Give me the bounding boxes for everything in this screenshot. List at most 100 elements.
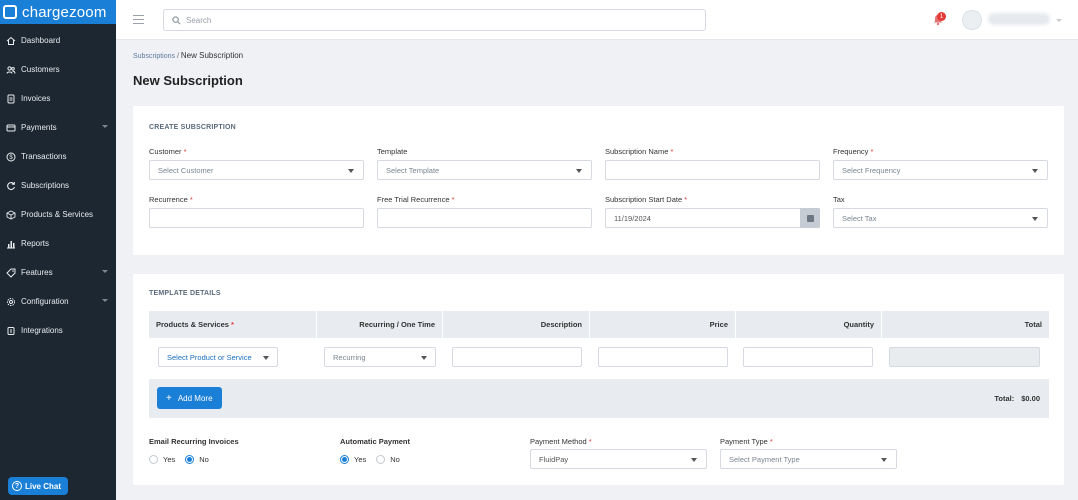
column-header: Description	[443, 311, 590, 338]
quantity-input[interactable]	[743, 347, 873, 367]
table-header: Products & Services * Recurring / One Ti…	[149, 311, 1049, 338]
frequency-select[interactable]: Select Frequency	[833, 160, 1048, 180]
column-header: Quantity	[736, 311, 882, 338]
sidebar-item-label: Payments	[21, 123, 57, 132]
bar-chart-icon	[6, 239, 16, 249]
template-details-card: TEMPLATE DETAILS Products & Services * R…	[133, 274, 1064, 485]
sidebar-item-label: Integrations	[21, 326, 63, 335]
sidebar-item-label: Dashboard	[21, 36, 61, 45]
sidebar-nav: Dashboard Customers Invoices Payments $ Trans…	[0, 26, 116, 345]
sidebar: chargezoom Dashboard Customers Invoices Pay…	[0, 0, 116, 500]
subscription-name-label: Subscription Name *	[605, 147, 674, 156]
invoice-icon	[6, 94, 16, 104]
payments-icon	[6, 123, 16, 133]
sidebar-item-label: Customers	[21, 65, 60, 74]
sidebar-item-subscriptions[interactable]: Subscriptions	[0, 171, 116, 200]
subscription-name-input[interactable]	[605, 160, 820, 180]
home-icon	[6, 36, 16, 46]
sidebar-item-integrations[interactable]: Integrations	[0, 316, 116, 345]
sidebar-item-label: Subscriptions	[21, 181, 70, 190]
sidebar-item-configuration[interactable]: Configuration	[0, 287, 116, 316]
live-chat-button[interactable]: ? Live Chat	[8, 477, 69, 495]
price-input[interactable]	[598, 347, 728, 367]
recurrence-label: Recurrence *	[149, 195, 193, 204]
customer-select[interactable]: Select Customer	[149, 160, 364, 180]
section-title: TEMPLATE DETAILS	[149, 290, 221, 297]
template-label: Template	[377, 147, 408, 156]
column-header: Products & Services *	[149, 311, 317, 338]
brand-logo[interactable]: chargezoom	[0, 0, 116, 24]
payment-type-label: Payment Type *	[720, 437, 773, 446]
auto-no-radio[interactable]	[376, 455, 386, 464]
start-date-label: Subscription Start Date *	[605, 195, 688, 204]
sidebar-item-dashboard[interactable]: Dashboard	[0, 26, 116, 55]
free-trial-input[interactable]	[377, 208, 592, 228]
auto-yes-radio[interactable]	[340, 455, 349, 464]
search-icon	[172, 15, 181, 24]
total-field	[889, 347, 1040, 367]
customer-label: Customer *	[149, 147, 187, 156]
sidebar-item-invoices[interactable]: Invoices	[0, 84, 116, 113]
email-no-radio[interactable]	[185, 455, 195, 464]
plus-icon: +	[166, 392, 172, 404]
product-select[interactable]: Select Product or Service	[158, 347, 278, 367]
tag-icon	[6, 268, 16, 278]
tax-select[interactable]: Select Tax	[833, 208, 1048, 228]
auto-payment-radio-group: Yes No	[340, 455, 410, 464]
user-name-blurred[interactable]	[988, 13, 1050, 25]
sidebar-item-transactions[interactable]: $ Transactions	[0, 142, 116, 171]
plug-icon	[6, 326, 16, 336]
sidebar-item-payments[interactable]: Payments	[0, 113, 116, 142]
email-invoices-label: Email Recurring Invoices	[149, 437, 239, 446]
chevron-down-icon	[102, 270, 108, 273]
column-header: Recurring / One Time	[317, 311, 443, 338]
sidebar-item-customers[interactable]: Customers	[0, 55, 116, 84]
total-value: $0.00	[1021, 394, 1040, 403]
recurring-select[interactable]: Recurring	[324, 347, 436, 367]
search-box[interactable]	[163, 9, 706, 31]
total-label: Total:	[994, 394, 1015, 403]
live-chat-label: Live Chat	[25, 481, 62, 491]
breadcrumb: Subscriptions / New Subscription	[133, 51, 243, 60]
breadcrumb-subscriptions-link[interactable]: Subscriptions	[133, 53, 175, 60]
help-icon: ?	[12, 481, 22, 491]
column-header: Price	[590, 311, 736, 338]
payment-type-select[interactable]: Select Payment Type	[720, 449, 897, 469]
template-select[interactable]: Select Template	[377, 160, 592, 180]
payment-method-label: Payment Method *	[530, 437, 592, 446]
notification-badge: 1	[937, 12, 946, 21]
recurrence-input[interactable]	[149, 208, 364, 228]
sidebar-item-products-services[interactable]: Products & Services	[0, 200, 116, 229]
chevron-down-icon	[102, 299, 108, 302]
start-date-input[interactable]: 11/19/2024	[605, 208, 820, 228]
logo-mark-icon	[3, 5, 17, 19]
section-title: CREATE SUBSCRIPTION	[149, 124, 236, 131]
page-title: New Subscription	[133, 73, 243, 88]
payment-method-select[interactable]: FluidPay	[530, 449, 707, 469]
free-trial-label: Free Trial Recurrence *	[377, 195, 455, 204]
users-icon	[6, 65, 16, 75]
email-yes-radio[interactable]	[149, 455, 158, 464]
calendar-icon[interactable]	[800, 208, 820, 228]
search-input[interactable]	[186, 15, 686, 25]
frequency-label: Frequency *	[833, 147, 874, 156]
avatar[interactable]	[962, 10, 982, 30]
menu-toggle-icon[interactable]	[133, 15, 144, 27]
tax-label: Tax	[833, 195, 845, 204]
sidebar-item-label: Invoices	[21, 94, 51, 103]
column-header: Total	[1024, 320, 1042, 329]
description-input[interactable]	[452, 347, 582, 367]
chevron-down-icon	[102, 125, 108, 128]
auto-payment-label: Automatic Payment	[340, 437, 411, 446]
refresh-icon	[6, 181, 16, 191]
topbar: 1	[116, 0, 1078, 40]
sidebar-item-features[interactable]: Features	[0, 258, 116, 287]
add-more-button[interactable]: + Add More	[157, 387, 222, 409]
sidebar-item-label: Transactions	[21, 152, 67, 161]
start-date-value: 11/19/2024	[614, 213, 651, 223]
dollar-icon: $	[6, 152, 16, 162]
sidebar-item-label: Products & Services	[21, 210, 94, 219]
sidebar-item-label: Features	[21, 268, 53, 277]
chevron-down-icon[interactable]	[1056, 19, 1062, 22]
sidebar-item-reports[interactable]: Reports	[0, 229, 116, 258]
